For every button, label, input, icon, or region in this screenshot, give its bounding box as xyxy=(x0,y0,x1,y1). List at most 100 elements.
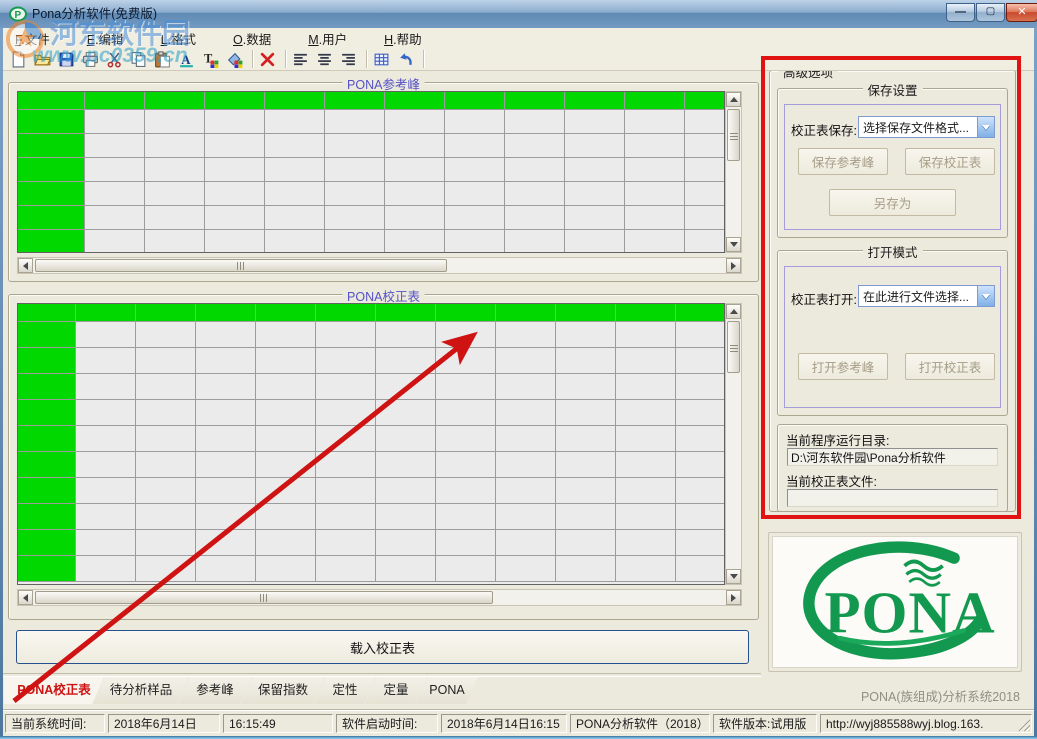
cell[interactable] xyxy=(436,504,496,530)
cell[interactable] xyxy=(18,400,76,426)
cell[interactable] xyxy=(205,134,265,158)
header-cell[interactable] xyxy=(205,92,265,110)
copy-icon[interactable] xyxy=(129,49,151,69)
scroll-right-button[interactable] xyxy=(726,590,741,605)
save-format-select[interactable]: 选择保存文件格式... xyxy=(858,116,995,138)
cell[interactable] xyxy=(18,426,76,452)
cell[interactable] xyxy=(676,530,724,556)
cell[interactable] xyxy=(436,556,496,582)
cell[interactable] xyxy=(18,530,76,556)
cell[interactable] xyxy=(436,400,496,426)
cell[interactable] xyxy=(385,206,445,230)
cell[interactable] xyxy=(496,374,556,400)
close-button[interactable]: ✕ xyxy=(1006,3,1037,22)
bottom-tab-0[interactable]: PONA校正表 xyxy=(4,677,104,704)
cell[interactable] xyxy=(556,504,616,530)
cell[interactable] xyxy=(685,230,724,252)
menu-item-l[interactable]: L.格式 xyxy=(149,29,208,48)
cell[interactable] xyxy=(325,158,385,182)
cell[interactable] xyxy=(145,158,205,182)
cell[interactable] xyxy=(376,348,436,374)
open-folder-icon[interactable] xyxy=(33,49,55,69)
cell[interactable] xyxy=(316,400,376,426)
cell[interactable] xyxy=(265,206,325,230)
cell[interactable] xyxy=(85,110,145,134)
chevron-down-icon[interactable] xyxy=(977,286,994,306)
menu-item-e[interactable]: E.编辑 xyxy=(75,29,136,48)
header-cell[interactable] xyxy=(76,304,136,322)
header-cell[interactable] xyxy=(436,304,496,322)
cell[interactable] xyxy=(205,110,265,134)
cell[interactable] xyxy=(256,322,316,348)
cell[interactable] xyxy=(145,110,205,134)
cell[interactable] xyxy=(85,134,145,158)
cell[interactable] xyxy=(325,230,385,252)
cell[interactable] xyxy=(256,348,316,374)
menu-item-f[interactable]: F.文件 xyxy=(3,29,62,48)
cell[interactable] xyxy=(85,230,145,252)
header-cell[interactable] xyxy=(685,92,724,110)
resize-grip-icon[interactable] xyxy=(1017,718,1030,731)
cell[interactable] xyxy=(205,182,265,206)
cell[interactable] xyxy=(256,452,316,478)
cell[interactable] xyxy=(625,206,685,230)
cell[interactable] xyxy=(376,478,436,504)
fill-color-icon[interactable] xyxy=(225,49,247,69)
header-cell[interactable] xyxy=(445,92,505,110)
vertical-scroll-thumb[interactable] xyxy=(727,109,740,161)
cell[interactable] xyxy=(18,504,76,530)
scroll-left-button[interactable] xyxy=(18,258,33,273)
cell[interactable] xyxy=(556,530,616,556)
header-cell[interactable] xyxy=(18,304,76,322)
cell[interactable] xyxy=(676,400,724,426)
align-left-icon[interactable] xyxy=(291,49,313,69)
calibration-table-vertical-scrollbar[interactable] xyxy=(725,303,742,585)
cell[interactable] xyxy=(205,206,265,230)
cell[interactable] xyxy=(376,374,436,400)
cell[interactable] xyxy=(196,556,256,582)
cell[interactable] xyxy=(18,374,76,400)
cell[interactable] xyxy=(136,426,196,452)
cell[interactable] xyxy=(676,322,724,348)
cell[interactable] xyxy=(376,452,436,478)
header-cell[interactable] xyxy=(625,92,685,110)
delete-icon[interactable] xyxy=(258,49,280,69)
cut-icon[interactable] xyxy=(105,49,127,69)
cell[interactable] xyxy=(616,374,676,400)
cell[interactable] xyxy=(625,134,685,158)
scroll-right-button[interactable] xyxy=(726,258,741,273)
header-cell[interactable] xyxy=(256,304,316,322)
cell[interactable] xyxy=(445,110,505,134)
open-file-select[interactable]: 在此进行文件选择... xyxy=(858,285,995,307)
load-calibration-button[interactable]: 载入校正表 xyxy=(16,630,749,664)
cell[interactable] xyxy=(325,206,385,230)
scroll-down-button[interactable] xyxy=(726,569,741,584)
cell[interactable] xyxy=(256,400,316,426)
cell[interactable] xyxy=(385,110,445,134)
cell[interactable] xyxy=(565,158,625,182)
align-right-icon[interactable] xyxy=(339,49,361,69)
cell[interactable] xyxy=(445,134,505,158)
cell[interactable] xyxy=(256,478,316,504)
cell[interactable] xyxy=(256,426,316,452)
cell[interactable] xyxy=(556,374,616,400)
horizontal-scroll-thumb[interactable] xyxy=(35,259,447,272)
cell[interactable] xyxy=(196,426,256,452)
cell[interactable] xyxy=(676,426,724,452)
menu-item-o[interactable]: O.数据 xyxy=(221,29,283,48)
cell[interactable] xyxy=(496,452,556,478)
cell[interactable] xyxy=(18,182,85,206)
vertical-scroll-thumb[interactable] xyxy=(727,321,740,373)
scroll-left-button[interactable] xyxy=(18,590,33,605)
cell[interactable] xyxy=(136,374,196,400)
scroll-up-button[interactable] xyxy=(726,92,741,107)
cell[interactable] xyxy=(316,504,376,530)
cell[interactable] xyxy=(565,206,625,230)
table-grid-icon[interactable] xyxy=(372,49,394,69)
cell[interactable] xyxy=(496,556,556,582)
print-icon[interactable] xyxy=(81,49,103,69)
cell[interactable] xyxy=(436,322,496,348)
cell[interactable] xyxy=(76,348,136,374)
reference-table-vertical-scrollbar[interactable] xyxy=(725,91,742,253)
cell[interactable] xyxy=(436,426,496,452)
